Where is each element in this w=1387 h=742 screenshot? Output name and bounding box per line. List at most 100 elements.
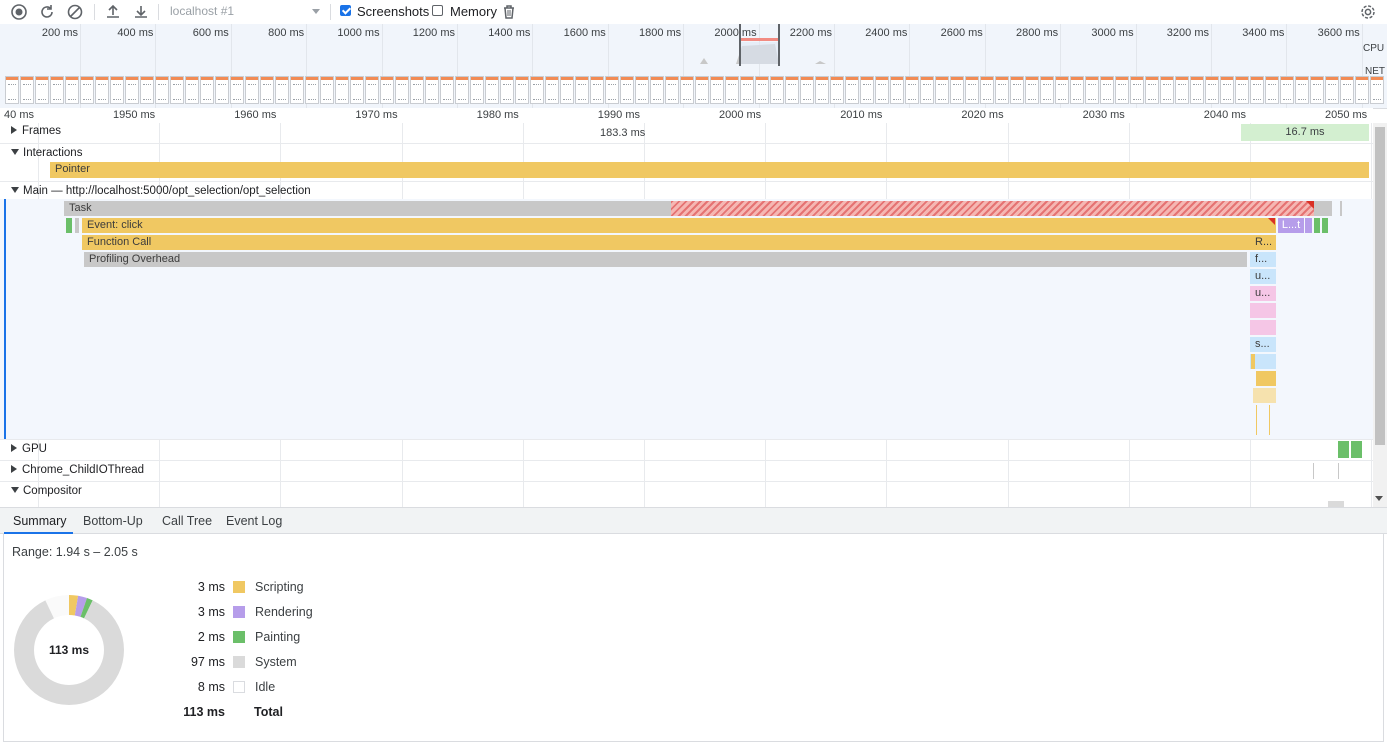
call-u2-bar[interactable]: u... bbox=[1250, 286, 1276, 301]
gpu-task[interactable] bbox=[1338, 441, 1349, 458]
screenshot-thumbnail[interactable] bbox=[650, 76, 664, 104]
upload-icon[interactable] bbox=[104, 3, 122, 21]
screenshot-thumbnail[interactable] bbox=[1115, 76, 1129, 104]
screenshot-thumbnail[interactable] bbox=[230, 76, 244, 104]
screenshot-thumbnail[interactable] bbox=[395, 76, 409, 104]
flame-chart[interactable]: Frames 183.3 ms 16.7 ms Interactions Poi… bbox=[0, 123, 1373, 507]
call-stack-frame[interactable] bbox=[1253, 388, 1276, 403]
tab-summary[interactable]: Summary bbox=[13, 514, 66, 528]
screenshot-thumbnail[interactable] bbox=[755, 76, 769, 104]
screenshot-thumbnail[interactable] bbox=[470, 76, 484, 104]
call-s-bar[interactable]: s... bbox=[1250, 337, 1276, 352]
screenshot-thumbnail[interactable] bbox=[605, 76, 619, 104]
screenshot-thumbnail[interactable] bbox=[140, 76, 154, 104]
clear-icon[interactable] bbox=[66, 3, 84, 21]
screenshot-thumbnail[interactable] bbox=[1160, 76, 1174, 104]
screenshot-thumbnail[interactable] bbox=[1340, 76, 1354, 104]
screenshot-thumbnail[interactable] bbox=[185, 76, 199, 104]
screenshot-thumbnail[interactable] bbox=[560, 76, 574, 104]
screenshot-thumbnail[interactable] bbox=[725, 76, 739, 104]
screenshot-thumbnail[interactable] bbox=[710, 76, 724, 104]
screenshot-thumbnail[interactable] bbox=[1070, 76, 1084, 104]
screenshot-thumbnail[interactable] bbox=[200, 76, 214, 104]
screenshot-thumbnail[interactable] bbox=[770, 76, 784, 104]
tab-event-log[interactable]: Event Log bbox=[226, 514, 282, 528]
screenshot-thumbnail[interactable] bbox=[125, 76, 139, 104]
timeline-overview[interactable]: 200 ms 400 ms 600 ms 800 ms 1000 ms 1200 ms 14… bbox=[0, 24, 1387, 109]
screenshot-thumbnail[interactable] bbox=[815, 76, 829, 104]
screenshot-thumbnail[interactable] bbox=[305, 76, 319, 104]
screenshot-thumbnail[interactable] bbox=[785, 76, 799, 104]
screenshot-thumbnail[interactable] bbox=[1235, 76, 1249, 104]
call-stack-frame[interactable] bbox=[1269, 405, 1270, 435]
screenshot-thumbnail[interactable] bbox=[20, 76, 34, 104]
screenshot-thumbnail[interactable] bbox=[905, 76, 919, 104]
screenshot-thumbnail[interactable] bbox=[935, 76, 949, 104]
screenshot-thumbnail[interactable] bbox=[320, 76, 334, 104]
io-task[interactable] bbox=[1313, 463, 1314, 479]
screenshot-thumbnail[interactable] bbox=[335, 76, 349, 104]
gpu-task[interactable] bbox=[1351, 441, 1362, 458]
screenshot-thumbnail[interactable] bbox=[1295, 76, 1309, 104]
screenshot-thumbnail[interactable] bbox=[245, 76, 259, 104]
screenshot-thumbnail[interactable] bbox=[80, 76, 94, 104]
screenshot-thumbnail[interactable] bbox=[1175, 76, 1189, 104]
screenshot-thumbnail[interactable] bbox=[365, 76, 379, 104]
screenshot-thumbnail[interactable] bbox=[860, 76, 874, 104]
paint-sliver[interactable] bbox=[1322, 218, 1328, 233]
layout-bar[interactable]: L...t bbox=[1278, 218, 1304, 233]
call-stack-frame[interactable] bbox=[1251, 354, 1255, 369]
screenshot-thumbnail[interactable] bbox=[635, 76, 649, 104]
event-click-bar[interactable]: Event: click bbox=[82, 218, 1276, 233]
screenshot-thumbnail[interactable] bbox=[665, 76, 679, 104]
screenshot-thumbnail[interactable] bbox=[1085, 76, 1099, 104]
screenshot-thumbnail[interactable] bbox=[215, 76, 229, 104]
screenshot-thumbnail[interactable] bbox=[275, 76, 289, 104]
screenshot-thumbnail[interactable] bbox=[695, 76, 709, 104]
call-stack-frame[interactable] bbox=[1256, 405, 1257, 435]
screenshot-thumbnail[interactable] bbox=[290, 76, 304, 104]
screenshot-thumbnail[interactable] bbox=[515, 76, 529, 104]
flame-chart-scroll-thumb[interactable] bbox=[1375, 127, 1385, 445]
track-main[interactable]: Main — http://localhost:5000/opt_selecti… bbox=[11, 185, 311, 197]
screenshot-thumbnail[interactable] bbox=[35, 76, 49, 104]
call-u-bar[interactable]: u... bbox=[1250, 269, 1276, 284]
screenshot-thumbnail[interactable] bbox=[845, 76, 859, 104]
screenshot-thumbnail[interactable] bbox=[380, 76, 394, 104]
io-task[interactable] bbox=[1338, 463, 1339, 479]
screenshot-thumbnail[interactable] bbox=[410, 76, 424, 104]
track-gpu[interactable]: GPU bbox=[11, 443, 47, 455]
call-stack-frame[interactable] bbox=[1256, 371, 1276, 386]
screenshot-thumbnail[interactable] bbox=[980, 76, 994, 104]
screenshot-thumbnail[interactable] bbox=[485, 76, 499, 104]
screenshot-thumbnail[interactable] bbox=[455, 76, 469, 104]
screenshot-thumbnail[interactable] bbox=[350, 76, 364, 104]
screenshot-thumbnail[interactable] bbox=[1220, 76, 1234, 104]
function-call-bar[interactable]: Function Call bbox=[82, 235, 1276, 250]
screenshot-thumbnail[interactable] bbox=[95, 76, 109, 104]
scroll-down-arrow-icon[interactable] bbox=[1375, 496, 1383, 501]
screenshot-thumbnail[interactable] bbox=[680, 76, 694, 104]
frame-duration[interactable]: 183.3 ms bbox=[600, 127, 645, 139]
track-compositor[interactable]: Compositor bbox=[11, 485, 82, 497]
settings-gear-icon[interactable] bbox=[1359, 3, 1377, 21]
screenshot-thumbnail[interactable] bbox=[920, 76, 934, 104]
memory-checkbox[interactable] bbox=[432, 5, 443, 16]
call-stack-frame[interactable] bbox=[1250, 320, 1276, 335]
screenshot-thumbnail[interactable] bbox=[425, 76, 439, 104]
screenshot-thumbnail[interactable] bbox=[1190, 76, 1204, 104]
screenshot-thumbnail[interactable] bbox=[890, 76, 904, 104]
profiling-overhead-bar[interactable]: Profiling Overhead bbox=[84, 252, 1247, 267]
screenshot-thumbnail[interactable] bbox=[1250, 76, 1264, 104]
screenshot-thumbnail[interactable] bbox=[1310, 76, 1324, 104]
call-r-bar[interactable]: R... bbox=[1250, 235, 1276, 250]
screenshot-thumbnail[interactable] bbox=[1325, 76, 1339, 104]
screenshot-thumbnail[interactable] bbox=[110, 76, 124, 104]
track-frames[interactable]: Frames bbox=[11, 125, 61, 137]
screenshot-thumbnail[interactable] bbox=[1010, 76, 1024, 104]
track-interactions[interactable]: Interactions bbox=[11, 147, 82, 159]
reload-record-icon[interactable] bbox=[38, 3, 56, 21]
download-icon[interactable] bbox=[132, 3, 150, 21]
call-f-bar[interactable]: f... bbox=[1250, 252, 1276, 267]
tab-call-tree[interactable]: Call Tree bbox=[162, 514, 212, 528]
